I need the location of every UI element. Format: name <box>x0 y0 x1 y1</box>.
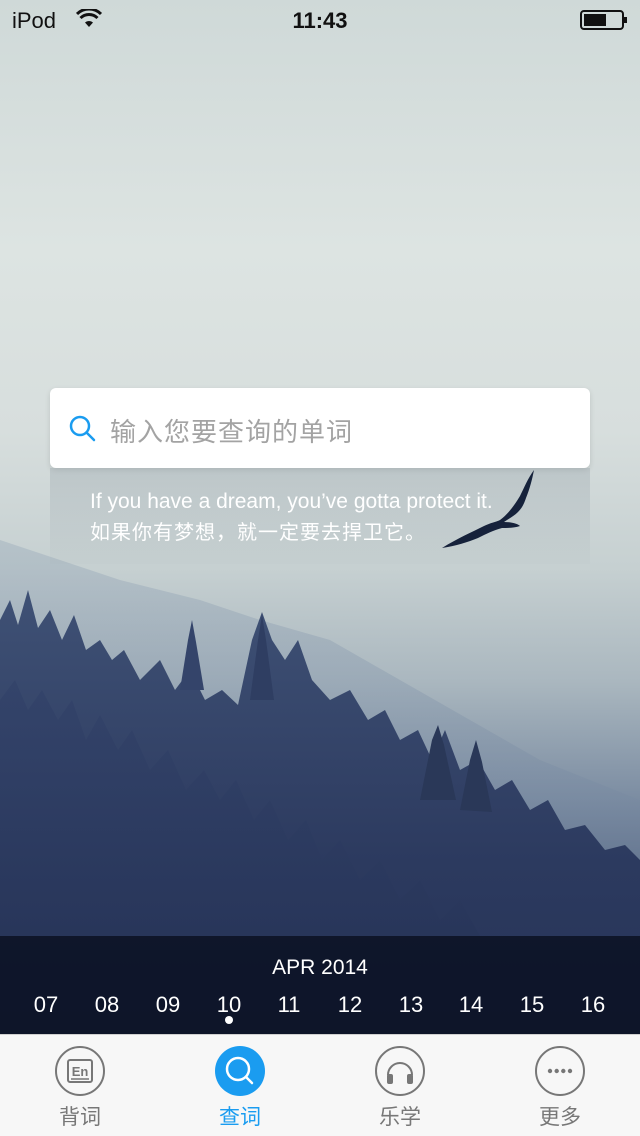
eagle-icon <box>442 470 534 548</box>
headphones-icon <box>375 1046 425 1096</box>
date-selector: APR 2014 07 08 09 10 11 12 13 14 15 16 <box>0 936 640 1034</box>
tab-label-lookup: 查词 <box>219 1106 261 1129</box>
day-13[interactable]: 13 <box>381 992 441 1018</box>
month-label: APR 2014 <box>272 956 368 979</box>
search-icon <box>215 1046 265 1096</box>
day-16[interactable]: 16 <box>563 992 623 1018</box>
day-15[interactable]: 15 <box>502 992 562 1018</box>
day-09[interactable]: 09 <box>138 992 198 1018</box>
selected-day-indicator <box>225 1016 233 1024</box>
search-placeholder: 输入您要查询的单词 <box>110 417 354 447</box>
app-screen: iPod 11:43 输入您要查询的单词 If you have a dream… <box>0 0 640 1136</box>
day-12[interactable]: 12 <box>320 992 380 1018</box>
flashcard-icon: En <box>55 1046 105 1096</box>
tab-bar: En 背词 查词 乐学 更多 <box>0 1034 640 1136</box>
svg-text:En: En <box>72 1064 89 1079</box>
tab-flashcards[interactable]: En 背词 <box>0 1035 160 1136</box>
search-icon <box>69 415 96 442</box>
tab-listen[interactable]: 乐学 <box>320 1035 480 1136</box>
search-input[interactable]: 输入您要查询的单词 <box>50 388 590 468</box>
tab-lookup[interactable]: 查词 <box>160 1035 320 1136</box>
day-08[interactable]: 08 <box>77 992 137 1018</box>
quote-english: If you have a dream, you’ve gotta protec… <box>90 490 493 513</box>
tab-label-listen: 乐学 <box>379 1106 421 1129</box>
battery-icon <box>580 10 627 30</box>
day-10-selected[interactable]: 10 <box>199 992 259 1018</box>
clock-time: 11:43 <box>292 8 348 33</box>
tab-label-more: 更多 <box>539 1106 581 1129</box>
day-07[interactable]: 07 <box>16 992 76 1018</box>
quote-chinese: 如果你有梦想，就一定要去捍卫它。 <box>90 522 426 544</box>
day-14[interactable]: 14 <box>441 992 501 1018</box>
more-icon <box>535 1046 585 1096</box>
tab-label-flashcards: 背词 <box>59 1106 101 1129</box>
status-bar: iPod 11:43 <box>0 0 640 40</box>
day-11[interactable]: 11 <box>259 992 319 1018</box>
tab-more[interactable]: 更多 <box>480 1035 640 1136</box>
